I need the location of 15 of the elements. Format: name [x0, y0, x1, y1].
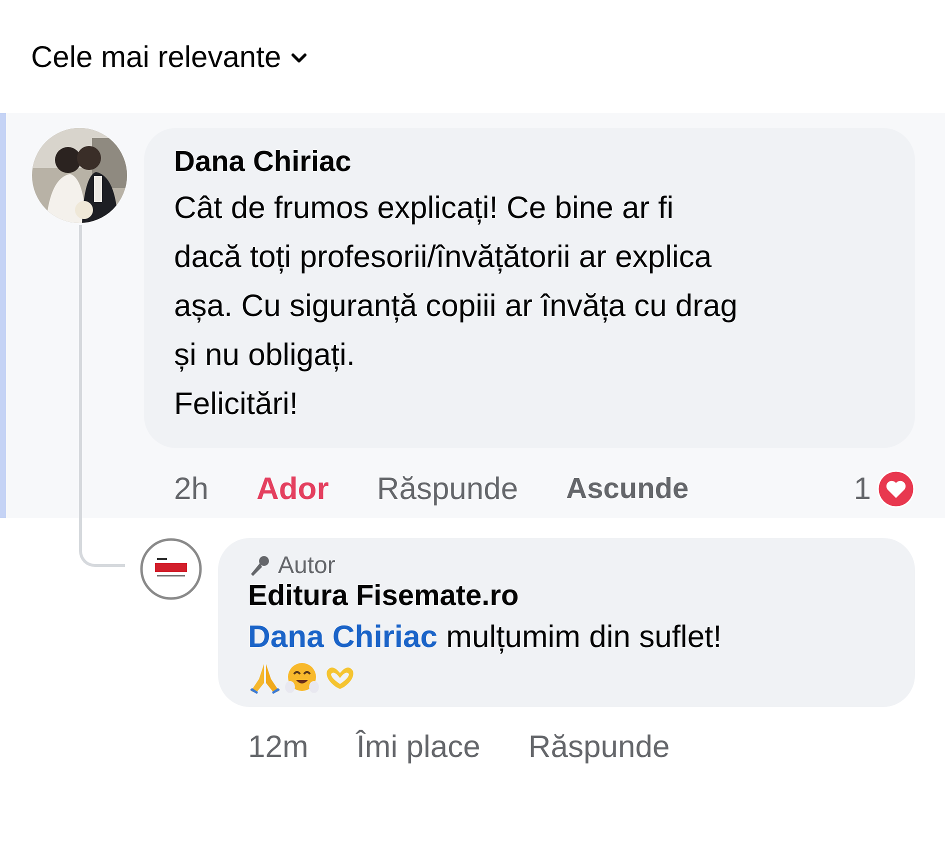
comment-text: Cât de frumos explicați! Ce bine ar fi dacă toți profesorii/învățătorii ar explica așa. Cu siguranță copiii ar învăța cu drag și nu obligați. Felicitări! [174, 189, 738, 423]
author-label: Autor [278, 552, 336, 580]
author-name: Editura Fisemate.ro [248, 580, 520, 613]
reply-text: Dana Chiriac mulțumim din suflet! [248, 618, 723, 656]
timestamp: 12m [248, 729, 308, 765]
mention-link[interactable]: Dana Chiriac [248, 619, 438, 654]
timestamp: 2h [174, 471, 208, 507]
sort-dropdown[interactable]: Cele mai relevante [31, 41, 308, 75]
reply-link[interactable]: Răspunde [528, 729, 670, 765]
hide-link[interactable]: Ascunde [566, 472, 689, 506]
reply-link[interactable]: Răspunde [376, 471, 518, 507]
like-link[interactable]: Îmi place [356, 729, 480, 765]
reaction-count: 1 [854, 471, 871, 507]
like-link[interactable]: Ador [256, 471, 329, 507]
author-name: Dana Chiriac [174, 146, 352, 179]
